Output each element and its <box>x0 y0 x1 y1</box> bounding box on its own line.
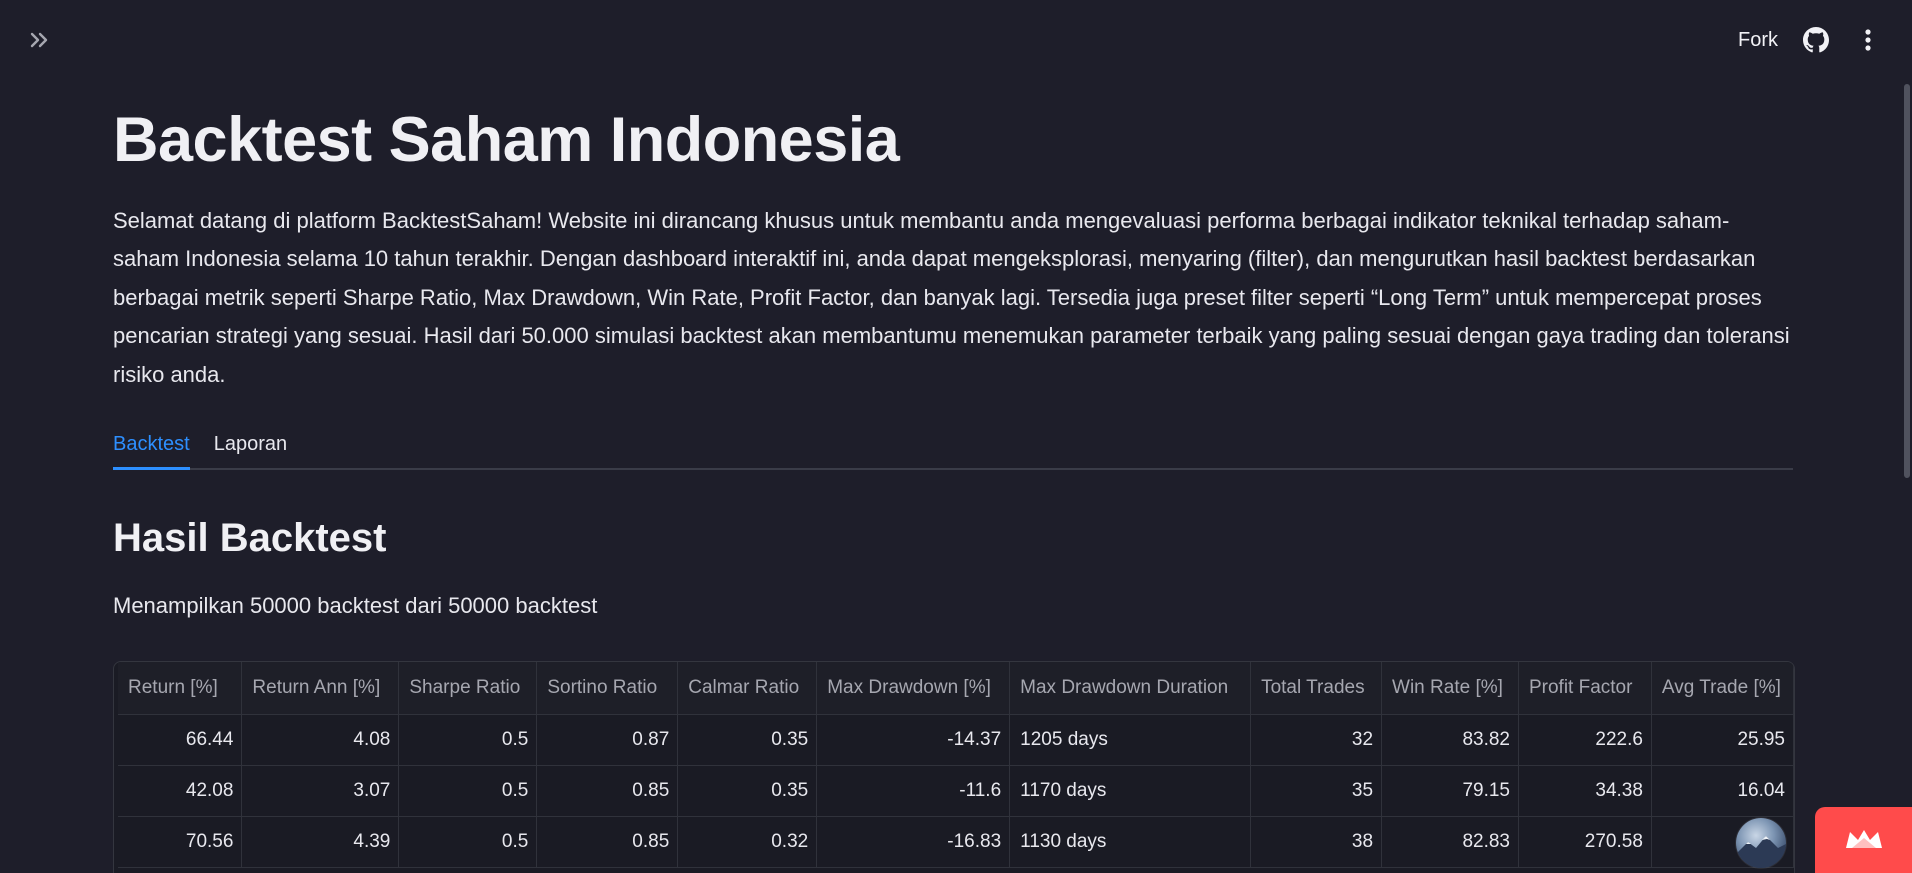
column-header-return-ann[interactable]: Return Ann [%] <box>241 662 400 715</box>
top-toolbar: Fork <box>0 0 1912 80</box>
streamlit-crown-icon <box>1845 830 1882 848</box>
streamlit-badge[interactable] <box>1815 807 1912 873</box>
table-cell[interactable]: 82.83 <box>1381 816 1519 868</box>
main-content: Backtest Saham Indonesia Selamat datang … <box>113 100 1793 622</box>
results-count-caption: Menampilkan 50000 backtest dari 50000 ba… <box>113 593 598 619</box>
page-title: Backtest Saham Indonesia <box>113 105 900 175</box>
table-cell[interactable]: 66.44 <box>118 714 243 766</box>
app-root: Fork Backtest Saham Indonesia Selamat da… <box>0 0 1912 873</box>
table-cell[interactable]: 1170 days <box>1009 765 1252 817</box>
table-cell[interactable]: 0.35 <box>677 714 818 766</box>
intro-paragraph: Selamat datang di platform BacktestSaham… <box>113 208 1790 387</box>
results-table: Return [%] Return Ann [%] Sharpe Ratio S… <box>118 662 1794 868</box>
tab-bar: Backtest Laporan <box>113 422 1793 471</box>
sidebar-toggle-button[interactable] <box>26 26 54 54</box>
kebab-menu-icon <box>1865 29 1871 51</box>
column-header-avg-trade[interactable]: Avg Trade [%] <box>1651 662 1794 715</box>
github-button[interactable] <box>1802 26 1830 54</box>
mountain-photo-icon <box>1736 836 1786 868</box>
table-cell[interactable]: 222.6 <box>1518 714 1652 766</box>
toolbar-actions: Fork <box>1738 22 1882 58</box>
column-header-total-trades[interactable]: Total Trades <box>1250 662 1383 715</box>
table-cell[interactable]: 0.5 <box>398 816 538 868</box>
table-cell[interactable]: 3.07 <box>241 765 400 817</box>
table-cell[interactable]: 4.08 <box>241 714 400 766</box>
main-menu-button[interactable] <box>1854 26 1882 54</box>
table-cell[interactable]: 70.56 <box>118 816 243 868</box>
double-chevron-right-icon <box>30 32 48 48</box>
table-cell[interactable]: 32 <box>1250 714 1383 766</box>
column-header-calmar-ratio[interactable]: Calmar Ratio <box>677 662 818 715</box>
column-header-profit-factor[interactable]: Profit Factor <box>1518 662 1652 715</box>
user-avatar[interactable] <box>1736 818 1786 868</box>
table-cell[interactable]: 4.39 <box>241 816 400 868</box>
table-cell[interactable]: 0.85 <box>536 816 679 868</box>
table-cell[interactable]: -16.83 <box>816 816 1011 868</box>
column-header-win-rate[interactable]: Win Rate [%] <box>1381 662 1519 715</box>
column-header-max-drawdown[interactable]: Max Drawdown [%] <box>816 662 1011 715</box>
tab-laporan[interactable]: Laporan <box>214 422 287 468</box>
page-scrollbar[interactable] <box>1904 84 1910 478</box>
table-cell[interactable]: 0.5 <box>398 765 538 817</box>
results-dataframe[interactable]: Return [%] Return Ann [%] Sharpe Ratio S… <box>113 661 1795 873</box>
table-row[interactable]: 66.44 4.08 0.5 0.87 0.35 -14.37 1205 day… <box>118 714 1794 766</box>
table-cell[interactable]: 38 <box>1250 816 1383 868</box>
column-header-sharpe-ratio[interactable]: Sharpe Ratio <box>398 662 538 715</box>
column-header-return[interactable]: Return [%] <box>118 662 243 715</box>
table-cell[interactable]: 0.87 <box>536 714 679 766</box>
table-cell[interactable]: 0.5 <box>398 714 538 766</box>
table-cell[interactable]: 25.95 <box>1651 714 1794 766</box>
table-cell[interactable]: 16.04 <box>1651 765 1794 817</box>
table-cell[interactable]: 79.15 <box>1381 765 1519 817</box>
table-cell[interactable]: 270.58 <box>1518 816 1652 868</box>
table-cell[interactable]: 34.38 <box>1518 765 1652 817</box>
table-row[interactable]: 70.56 4.39 0.5 0.85 0.32 -16.83 1130 day… <box>118 816 1794 868</box>
table-cell[interactable]: 1130 days <box>1009 816 1252 868</box>
table-cell[interactable]: -11.6 <box>816 765 1011 817</box>
table-cell[interactable]: 0.85 <box>536 765 679 817</box>
column-header-sortino-ratio[interactable]: Sortino Ratio <box>536 662 679 715</box>
table-header-row: Return [%] Return Ann [%] Sharpe Ratio S… <box>118 662 1794 715</box>
table-cell[interactable]: 0.32 <box>677 816 818 868</box>
table-cell[interactable]: 42.08 <box>118 765 243 817</box>
table-cell[interactable]: -14.37 <box>816 714 1011 766</box>
table-cell[interactable]: 1205 days <box>1009 714 1252 766</box>
table-cell[interactable]: 83.82 <box>1381 714 1519 766</box>
table-cell[interactable]: 35 <box>1250 765 1383 817</box>
tab-backtest[interactable]: Backtest <box>113 422 190 471</box>
column-header-max-drawdown-duration[interactable]: Max Drawdown Duration <box>1009 662 1252 715</box>
github-icon <box>1803 27 1829 53</box>
table-row[interactable]: 42.08 3.07 0.5 0.85 0.35 -11.6 1170 days… <box>118 765 1794 817</box>
fork-button[interactable]: Fork <box>1738 29 1778 52</box>
table-cell[interactable]: 0.35 <box>677 765 818 817</box>
section-title: Hasil Backtest <box>113 516 387 561</box>
